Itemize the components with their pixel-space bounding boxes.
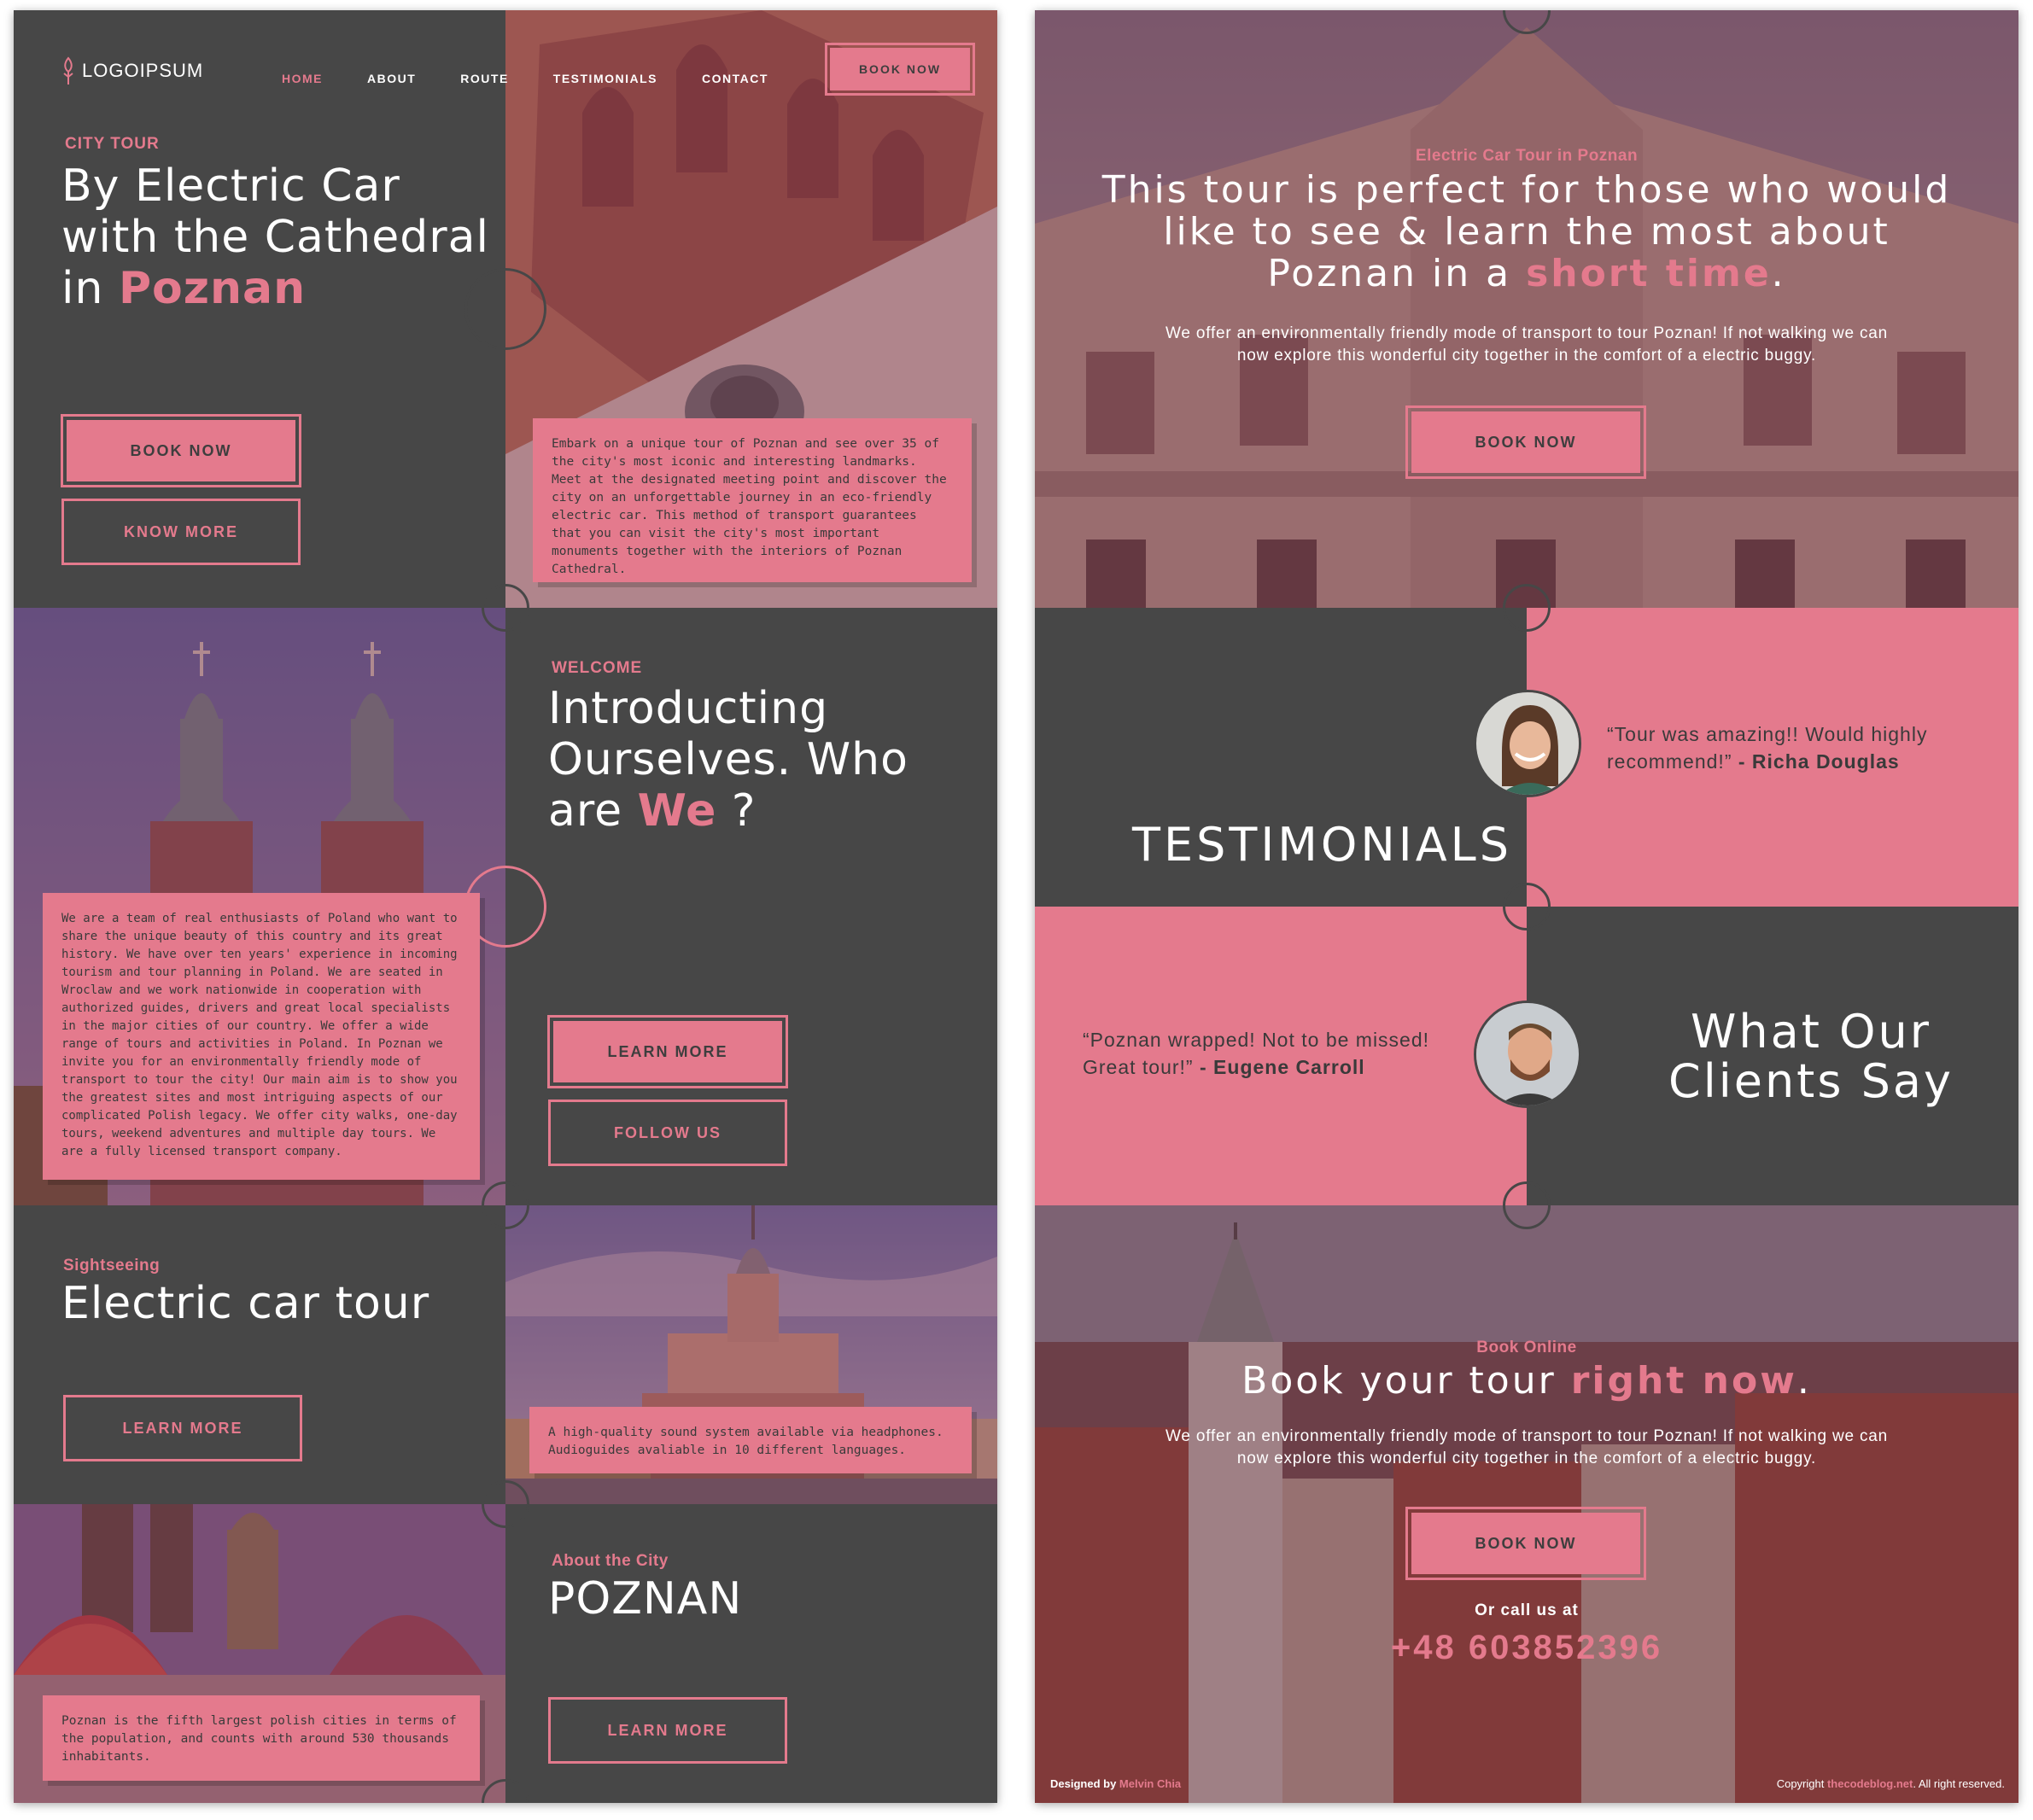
welcome-follow-us-button[interactable]: FOLLOW US [548,1100,787,1166]
testimonial-card-1: “Tour was amazing!! Would highly recomme… [1527,608,2018,907]
testimonial-quote-2: “Poznan wrapped! Not to be missed! Great… [1083,1029,1430,1078]
nav-book-now-button[interactable]: BOOK NOW [825,43,975,96]
woman-portrait-icon [1476,692,1579,795]
sightseeing-eyebrow: Sightseeing [63,1257,161,1275]
hero-know-more-button[interactable]: KNOW MORE [61,499,301,565]
clients-say-cell: What Our Clients Say [1527,907,2018,1205]
booking-section: Book Online Book your tour right now. We… [1035,1205,2018,1803]
decorative-ring [1503,883,1551,930]
about-city-section: About the City POZNAN LEARN MORE [505,1504,997,1803]
welcome-learn-more-button[interactable]: LEARN MORE [547,1015,788,1088]
hero-description-card: Embark on a unique tour of Poznan and se… [533,418,972,582]
tour-section: Electric Car Tour in Poznan This tour is… [1035,10,2018,608]
nav-item-about[interactable]: ABOUT [367,72,416,85]
phone-number[interactable]: +48 603852396 [1035,1629,2018,1667]
nav-links: HOME ABOUT ROUTE TESTIMONIALS CONTACT [282,72,768,85]
welcome-description-card: We are a team of real enthusiasts of Pol… [43,893,480,1180]
nav-item-home[interactable]: HOME [282,72,323,85]
city-eyebrow: About the City [552,1552,669,1570]
tour-book-now-button[interactable]: BOOK NOW [1405,405,1646,479]
decorative-ring [482,1480,529,1528]
decorative-ring [464,866,546,948]
welcome-eyebrow: WELCOME [552,659,643,677]
testimonial-card-2: “Poznan wrapped! Not to be missed! Great… [1035,907,1527,1205]
decorative-ring [1503,584,1551,632]
decorative-ring [482,584,529,632]
sightseeing-description-card: A high-quality sound system available vi… [529,1407,972,1473]
avatar-richa-douglas [1474,690,1581,797]
testimonial-quote-1: “Tour was amazing!! Would highly recomme… [1607,723,1928,773]
copyright: Copyright thecodeblog.net. All right res… [1776,1777,2005,1790]
copyright-link[interactable]: thecodeblog.net [1827,1777,1913,1790]
avatar-eugene-carroll [1474,1000,1581,1108]
decorative-ring [482,1181,529,1229]
designed-by: Designed by Melvin Chia [1050,1777,1182,1790]
welcome-section: WELCOME Introducting Ourselves. Who are … [505,608,997,1205]
wheat-logo-icon [63,56,73,85]
designer-link[interactable]: Melvin Chia [1119,1777,1181,1790]
nav-item-route[interactable]: ROUTE [460,72,509,85]
hero-eyebrow: CITY TOUR [65,135,160,153]
logo-text: LOGOIPSUM [82,60,204,81]
testimonials-heading-cell: TESTIMONIALS [1035,608,1527,907]
clients-say-heading: What Our Clients Say [1668,1005,1954,1108]
city-title: POZNAN [548,1573,743,1625]
top-navigation: LOGOIPSUM HOME ABOUT ROUTE TESTIMONIALS … [14,10,997,130]
landing-page-right: Electric Car Tour in Poznan This tour is… [1035,10,2018,1803]
welcome-title: Introducting Ourselves. Who are We ? [548,683,908,837]
nav-item-contact[interactable]: CONTACT [702,72,768,85]
decorative-ring [464,268,546,350]
decorative-ring [1503,1181,1551,1229]
logo[interactable]: LOGOIPSUM [61,56,203,85]
landing-page-left: LOGOIPSUM HOME ABOUT ROUTE TESTIMONIALS … [14,10,997,1803]
tour-description: We offer an environmentally friendly mod… [1165,324,1888,365]
tour-eyebrow: Electric Car Tour in Poznan [1415,147,1639,165]
book-description: We offer an environmentally friendly mod… [1165,1427,1888,1467]
hero-book-now-button[interactable]: BOOK NOW [61,414,301,487]
sightseeing-section: Sightseeing Electric car tour LEARN MORE [14,1205,505,1504]
book-eyebrow: Book Online [1476,1339,1577,1356]
city-description-card: Poznan is the fifth largest polish citie… [43,1695,480,1781]
book-title: Book your tour right now. [1241,1359,1812,1403]
tour-title: This tour is perfect for those who would… [1101,168,1952,295]
book-now-button[interactable]: BOOK NOW [1405,1507,1646,1580]
hero-title: By Electric Car with the Cathedral in Po… [61,160,489,314]
sightseeing-title: Electric car tour [61,1278,430,1329]
call-us-label: Or call us at [1475,1601,1579,1619]
city-learn-more-button[interactable]: LEARN MORE [548,1697,787,1764]
sightseeing-learn-more-button[interactable]: LEARN MORE [63,1395,302,1461]
man-portrait-icon [1476,1003,1579,1105]
testimonials-heading: TESTIMONIALS [1132,818,1513,872]
nav-item-testimonials[interactable]: TESTIMONIALS [553,72,657,85]
